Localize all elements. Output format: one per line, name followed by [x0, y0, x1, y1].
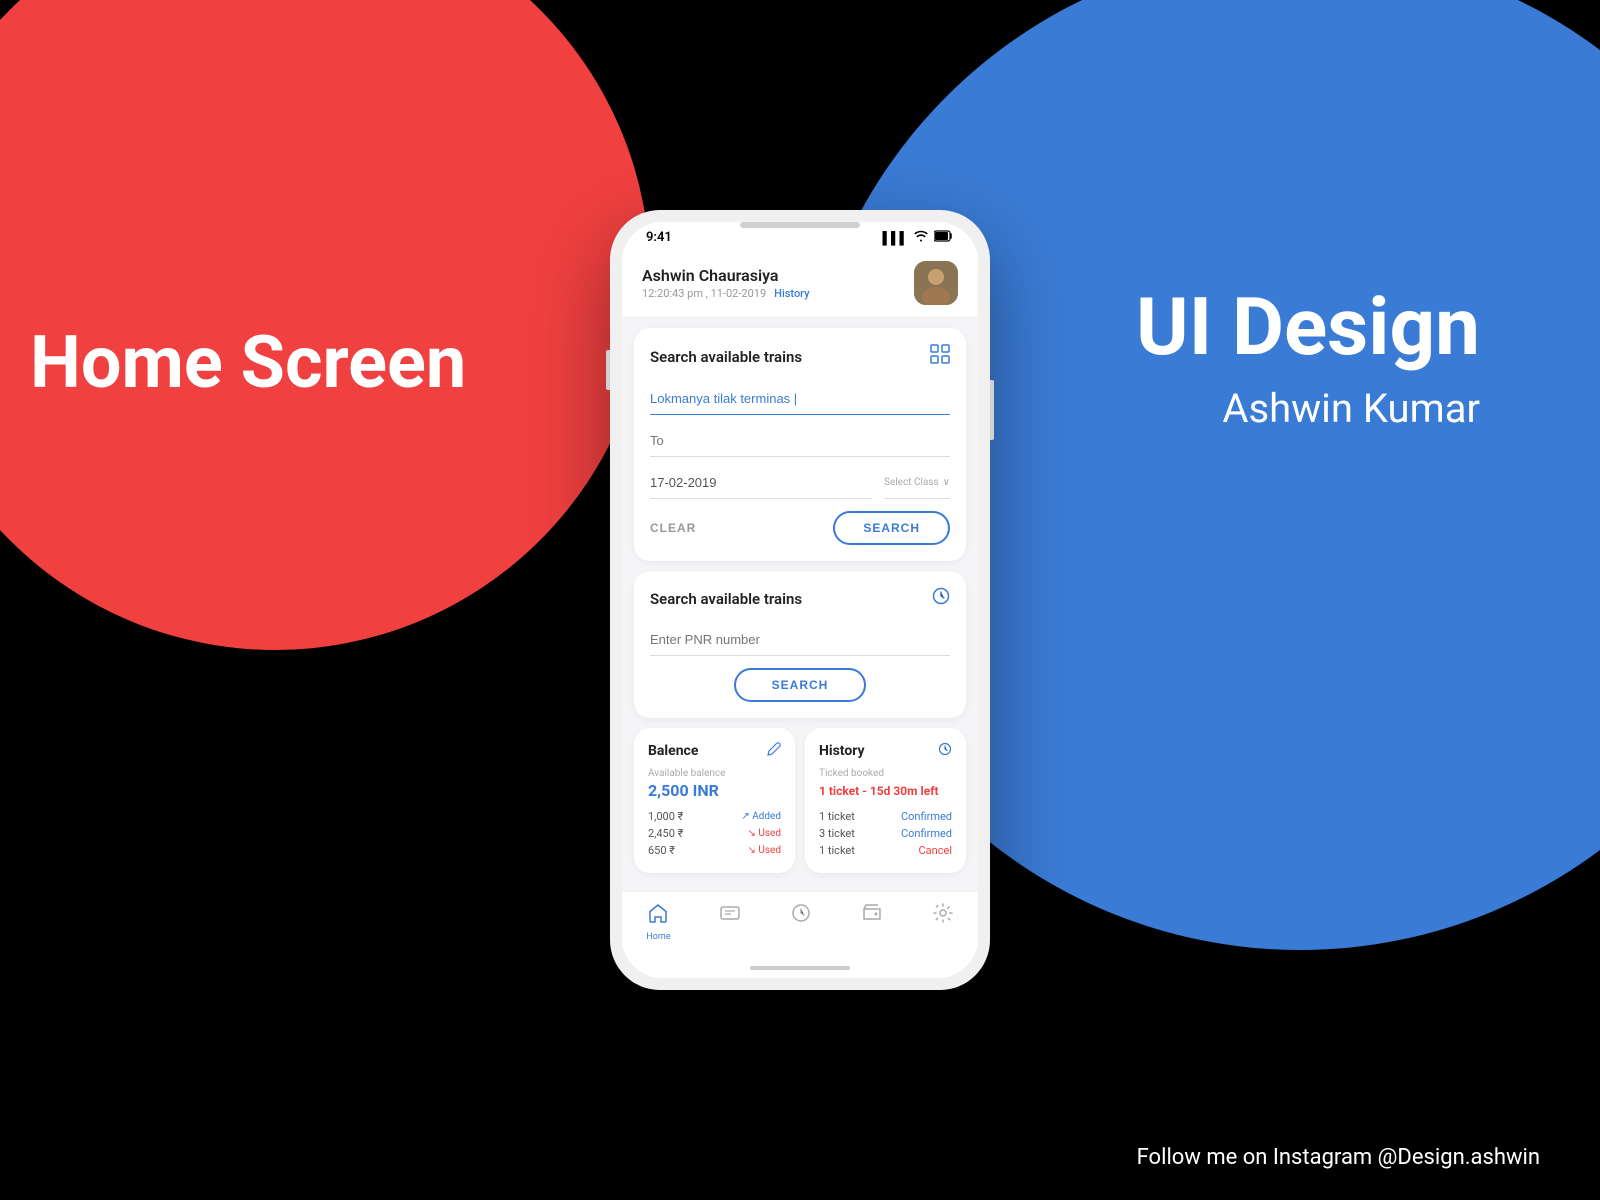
history-card-header: History [819, 742, 952, 760]
follow-label: Follow me on Instagram @Design.ashwin [1137, 1145, 1540, 1170]
phone-outer-shell: 9:41 ▌▌▌ Ashwin Chaurasiya [610, 210, 990, 990]
class-select-label: Select Class [884, 477, 939, 488]
wifi-icon [914, 230, 928, 245]
chevron-down-icon: ∨ [943, 477, 950, 488]
user-datetime: 12:20:43 pm , 11-02-2019 [642, 287, 766, 300]
used-label-3: ↘ Used [748, 845, 781, 856]
search-button-row: CLEAR SEARCH [650, 511, 950, 545]
balance-amount-2: 2,450 ₹ [648, 827, 683, 840]
phone-screen: 9:41 ▌▌▌ Ashwin Chaurasiya [622, 222, 978, 978]
used-label-2: ↘ Used [748, 828, 781, 839]
nav-wallet[interactable] [861, 902, 883, 942]
bottom-navigation: Home [622, 891, 978, 958]
pnr-card-title: Search available trains [650, 590, 802, 608]
phone-content-scroll[interactable]: Ashwin Chaurasiya 12:20:43 pm , 11-02-20… [622, 249, 978, 891]
battery-icon [934, 230, 954, 245]
status-1: Confirmed [901, 810, 952, 823]
balance-amount-1: 1,000 ₹ [648, 810, 683, 823]
nav-history-icon [790, 902, 812, 929]
user-name: Ashwin Chaurasiya [642, 266, 914, 285]
balance-row-3: 650 ₹ ↘ Used [648, 842, 781, 859]
status-icons: ▌▌▌ [882, 230, 954, 245]
phone-mockup: 9:41 ▌▌▌ Ashwin Chaurasiya [610, 210, 990, 990]
train-grid-icon [930, 344, 950, 369]
user-meta: 12:20:43 pm , 11-02-2019 History [642, 287, 914, 300]
balance-edit-icon [767, 742, 781, 760]
history-highlight: 1 ticket - 15d 30m left [819, 783, 952, 800]
ui-design-label: UI Design [1136, 280, 1480, 374]
bottom-cards-row: Balence Available balence 2,500 INR 1,00… [634, 728, 966, 873]
ticket-count-2: 3 ticket [819, 827, 855, 840]
status-2: Confirmed [901, 827, 952, 840]
pnr-search-button[interactable]: SEARCH [734, 668, 867, 702]
avatar[interactable] [914, 261, 958, 305]
nav-home-label: Home [646, 932, 670, 942]
avatar-image [914, 261, 958, 305]
balance-row-2: 2,450 ₹ ↘ Used [648, 825, 781, 842]
from-input[interactable] [650, 383, 950, 415]
balance-title: Balence [648, 743, 698, 759]
history-link[interactable]: History [774, 287, 809, 300]
designer-name-label: Ashwin Kumar [1222, 385, 1480, 432]
pnr-card-header: Search available trains [650, 587, 950, 610]
settings-icon [932, 902, 954, 929]
added-label-1: ↗ Added [741, 811, 781, 822]
ticket-count-1: 1 ticket [819, 810, 855, 823]
search-button[interactable]: SEARCH [833, 511, 950, 545]
pnr-timer-icon [932, 587, 950, 610]
balance-card: Balence Available balence 2,500 INR 1,00… [634, 728, 795, 873]
home-screen-label: Home Screen [30, 320, 466, 405]
balance-amount: 2,500 INR [648, 781, 781, 800]
user-info: Ashwin Chaurasiya 12:20:43 pm , 11-02-20… [642, 266, 914, 300]
balance-row-1: 1,000 ₹ ↗ Added [648, 808, 781, 825]
nav-settings[interactable] [932, 902, 954, 942]
history-subtitle: Ticked booked [819, 768, 952, 779]
volume-button [606, 350, 610, 390]
pnr-input[interactable] [650, 624, 950, 656]
search-trains-card-header: Search available trains [650, 344, 950, 369]
balance-card-header: Balence [648, 742, 781, 760]
user-header: Ashwin Chaurasiya 12:20:43 pm , 11-02-20… [622, 249, 978, 318]
balance-amount-3: 650 ₹ [648, 844, 675, 857]
home-indicator [622, 958, 978, 978]
nav-history[interactable] [790, 902, 812, 942]
ticket-count-3: 1 ticket [819, 844, 855, 857]
phone-notch [740, 222, 860, 228]
pnr-search-card: Search available trains SEARCH [634, 571, 966, 718]
wallet-icon [861, 902, 883, 929]
clear-button[interactable]: CLEAR [650, 521, 696, 535]
home-icon [647, 902, 669, 929]
signal-icon: ▌▌▌ [882, 231, 908, 245]
history-card: History Ticked booked 1 ticket - 15d 30m… [805, 728, 966, 873]
date-class-row: Select Class ∨ [650, 467, 950, 499]
power-button [990, 380, 994, 440]
class-select-dropdown[interactable]: Select Class ∨ [884, 467, 950, 499]
home-bar [750, 966, 850, 970]
date-input[interactable] [650, 467, 872, 499]
search-trains-card: Search available trains Select Class ∨ [634, 328, 966, 561]
search-trains-title: Search available trains [650, 348, 802, 366]
history-row-3: 1 ticket Cancel [819, 842, 952, 859]
nav-home[interactable]: Home [646, 902, 670, 942]
history-timer-icon [938, 742, 952, 760]
status-time: 9:41 [646, 230, 672, 245]
tickets-icon [719, 902, 741, 929]
history-row-2: 3 ticket Confirmed [819, 825, 952, 842]
balance-available-label: Available balence [648, 768, 781, 779]
history-row-1: 1 ticket Confirmed [819, 808, 952, 825]
history-title: History [819, 743, 865, 759]
to-input[interactable] [650, 425, 950, 457]
nav-tickets[interactable] [719, 902, 741, 942]
status-3: Cancel [919, 844, 952, 857]
